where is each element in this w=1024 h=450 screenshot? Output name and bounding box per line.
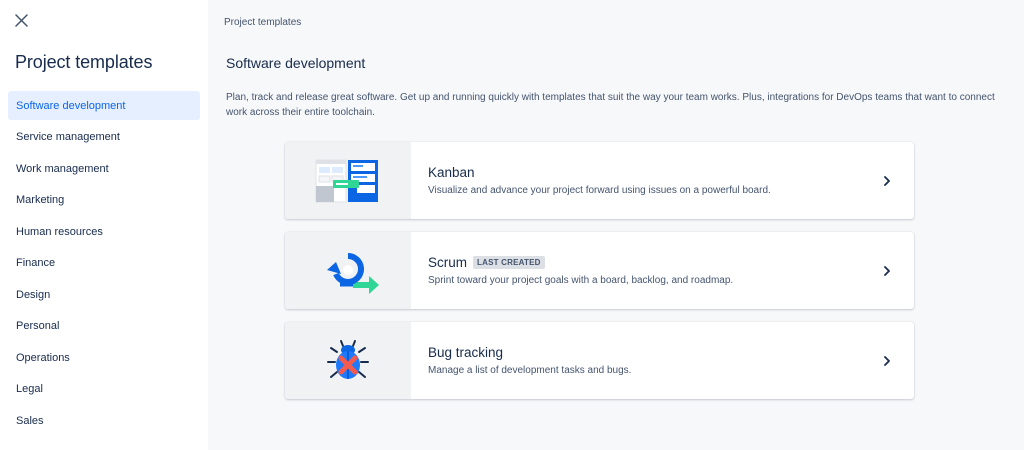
template-description: Manage a list of development tasks and b… [428, 365, 632, 376]
sidebar-item-sales[interactable]: Sales [8, 406, 200, 435]
bug-icon [327, 339, 369, 379]
template-description: Sprint toward your project goals with a … [428, 275, 734, 286]
chevron-right-icon [872, 322, 902, 399]
close-icon [14, 13, 28, 27]
kanban-board-icon [315, 159, 378, 202]
template-illustration [285, 322, 411, 399]
template-title: Kanban [428, 165, 475, 180]
template-card-body: Kanban Visualize and advance your projec… [411, 142, 872, 219]
template-title-row: Bug tracking [428, 345, 872, 360]
close-button[interactable] [10, 9, 32, 31]
sidebar-item-human-resources[interactable]: Human resources [8, 217, 200, 246]
sidebar-item-operations[interactable]: Operations [8, 343, 200, 372]
sidebar: Project templates Software development S… [0, 0, 208, 450]
template-description: Visualize and advance your project forwa… [428, 185, 771, 196]
sidebar-item-personal[interactable]: Personal [8, 312, 200, 341]
chevron-right-icon [872, 142, 902, 219]
sidebar-item-work-management[interactable]: Work management [8, 154, 200, 183]
template-title-row: Kanban [428, 165, 872, 180]
template-card-body: Bug tracking Manage a list of developmen… [411, 322, 872, 399]
sidebar-item-service-management[interactable]: Service management [8, 123, 200, 152]
template-illustration [285, 232, 411, 309]
sidebar-item-legal[interactable]: Legal [8, 375, 200, 404]
category-nav: Software development Service management … [8, 91, 200, 438]
template-card-kanban[interactable]: Kanban Visualize and advance your projec… [285, 142, 914, 219]
template-title: Bug tracking [428, 345, 504, 360]
template-card-bug-tracking[interactable]: Bug tracking Manage a list of developmen… [285, 322, 914, 399]
main-content: Project templates Software development P… [208, 0, 1024, 450]
template-card-body: Scrum LAST CREATED Sprint toward your pr… [411, 232, 872, 309]
breadcrumb[interactable]: Project templates [224, 17, 301, 28]
sidebar-item-design[interactable]: Design [8, 280, 200, 309]
sidebar-title: Project templates [15, 52, 153, 72]
sidebar-item-software-development[interactable]: Software development [8, 91, 200, 120]
scrum-cycle-icon [327, 252, 379, 294]
section-title: Software development [226, 55, 366, 71]
sidebar-item-finance[interactable]: Finance [8, 249, 200, 278]
sidebar-item-marketing[interactable]: Marketing [8, 186, 200, 215]
template-title: Scrum [428, 255, 468, 270]
chevron-right-icon [872, 232, 902, 309]
last-created-badge: LAST CREATED [473, 256, 545, 269]
template-title-row: Scrum LAST CREATED [428, 255, 872, 270]
template-card-scrum[interactable]: Scrum LAST CREATED Sprint toward your pr… [285, 232, 914, 309]
template-illustration [285, 142, 411, 219]
section-description: Plan, track and release great software. … [226, 92, 995, 118]
